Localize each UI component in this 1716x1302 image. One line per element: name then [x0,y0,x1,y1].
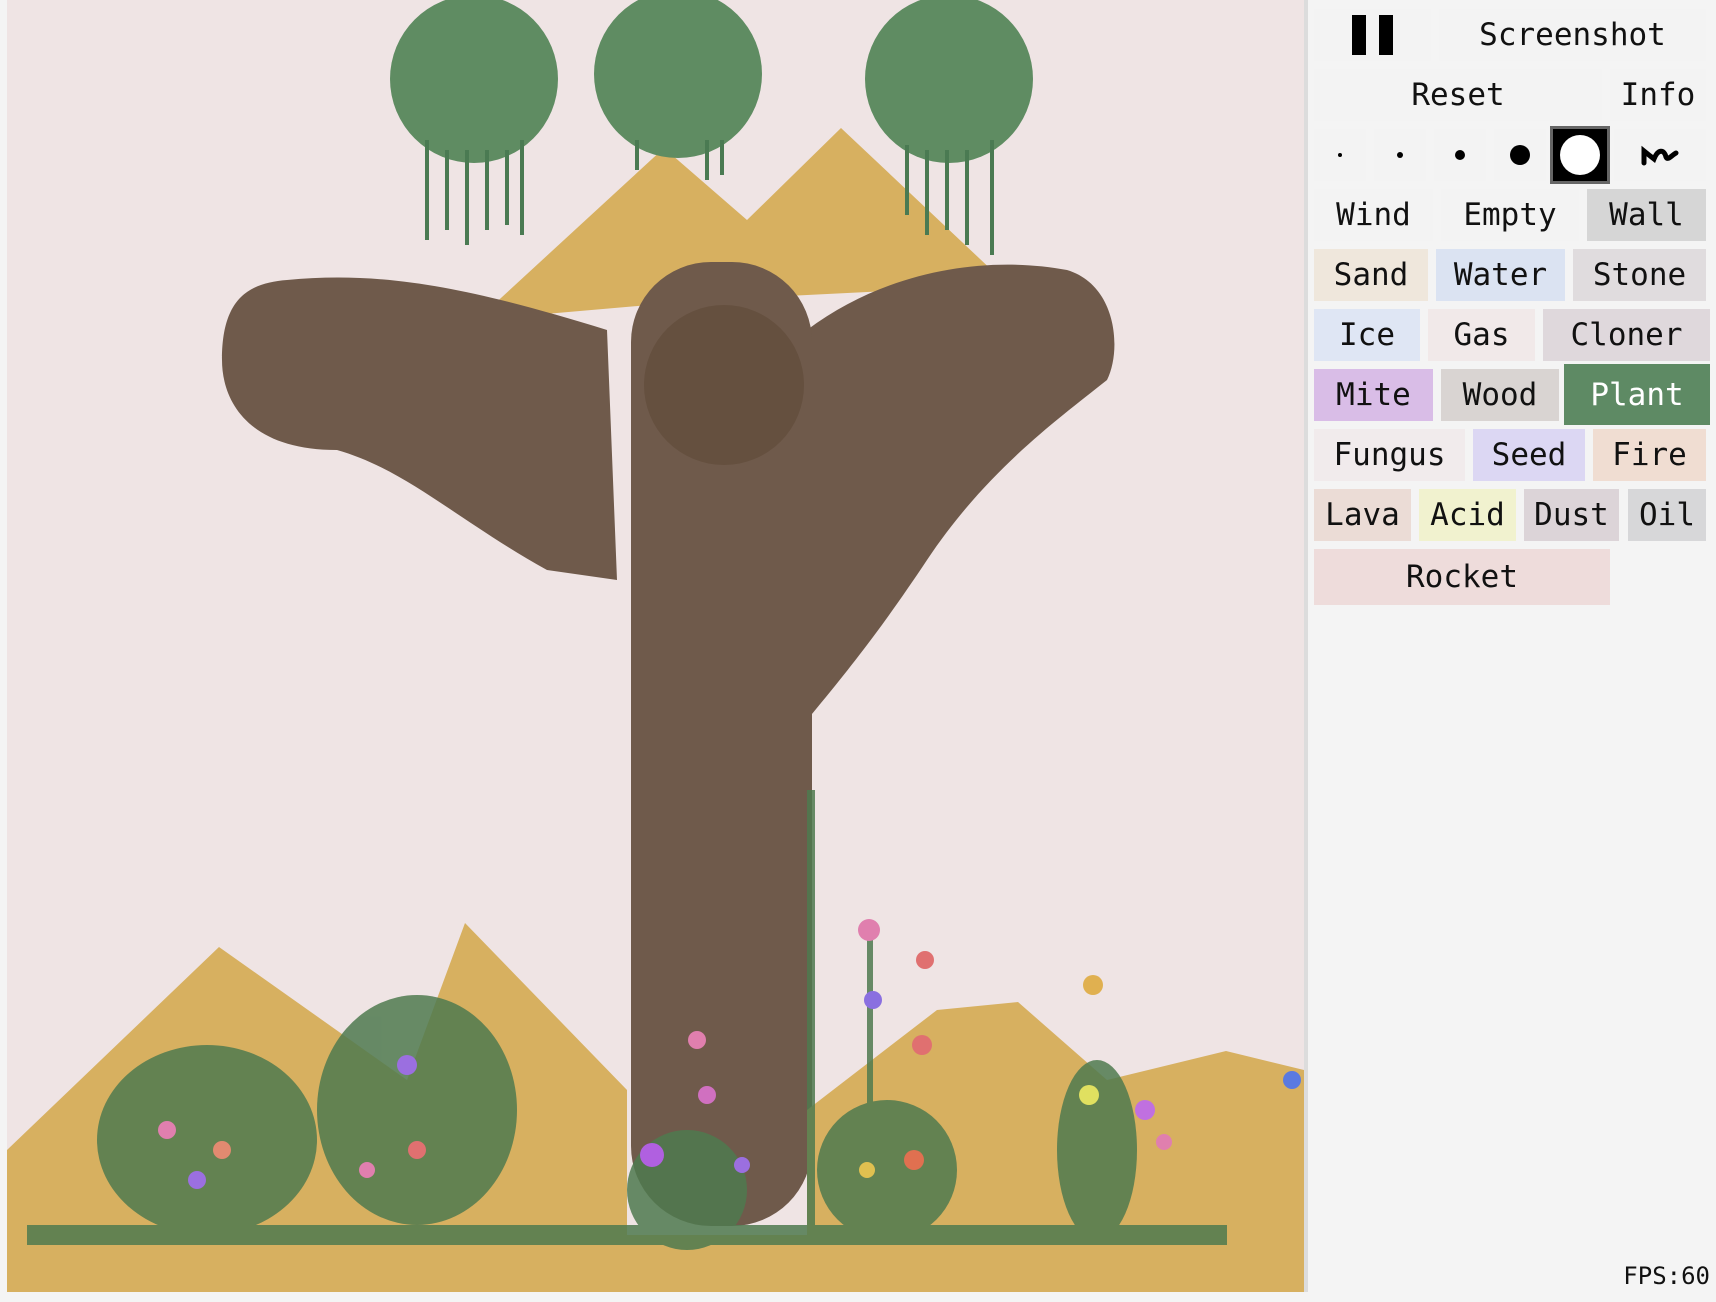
element-button-wind[interactable]: Wind [1314,189,1433,241]
brush-size-5[interactable] [1550,126,1610,184]
dot-icon [1338,153,1342,157]
brush-size-3[interactable] [1434,129,1486,181]
element-button-rocket[interactable]: Rocket [1314,549,1610,605]
element-button-fungus[interactable]: Fungus [1314,429,1465,481]
squiggle-icon [1641,145,1679,166]
brush-size-1[interactable] [1314,129,1366,181]
element-button-fire[interactable]: Fire [1593,429,1706,481]
circle-icon [1560,135,1600,175]
element-button-cloner[interactable]: Cloner [1543,309,1710,361]
element-button-seed[interactable]: Seed [1473,429,1585,481]
replace-mode-button[interactable] [1614,129,1706,181]
fps-counter: FPS:60 [1623,1262,1710,1290]
simulation-canvas[interactable] [7,0,1308,1292]
pause-icon [1352,15,1393,55]
element-button-water[interactable]: Water [1436,249,1565,301]
info-button[interactable]: Info [1610,69,1706,121]
element-button-oil[interactable]: Oil [1628,489,1706,541]
dot-icon [1455,150,1465,160]
element-button-ice[interactable]: Ice [1314,309,1420,361]
element-button-acid[interactable]: Acid [1419,489,1516,541]
element-button-gas[interactable]: Gas [1428,309,1535,361]
reset-button[interactable]: Reset [1314,69,1602,121]
dot-icon [1510,145,1530,165]
brush-size-4[interactable] [1494,129,1546,181]
element-button-empty[interactable]: Empty [1441,189,1579,241]
dot-icon [1397,152,1403,158]
brush-size-2[interactable] [1374,129,1426,181]
screenshot-button[interactable]: Screenshot [1439,9,1706,61]
element-button-sand[interactable]: Sand [1314,249,1428,301]
pause-button[interactable] [1314,9,1431,61]
element-button-wall[interactable]: Wall [1587,189,1706,241]
element-button-lava[interactable]: Lava [1314,489,1411,541]
element-button-dust[interactable]: Dust [1524,489,1619,541]
element-button-stone[interactable]: Stone [1573,249,1706,301]
element-button-plant[interactable]: Plant [1564,364,1710,425]
control-panel: Screenshot Reset Info Wind Empty Wall Sand W… [1310,0,1716,1302]
element-button-wood[interactable]: Wood [1441,369,1559,421]
element-button-mite[interactable]: Mite [1314,369,1433,421]
